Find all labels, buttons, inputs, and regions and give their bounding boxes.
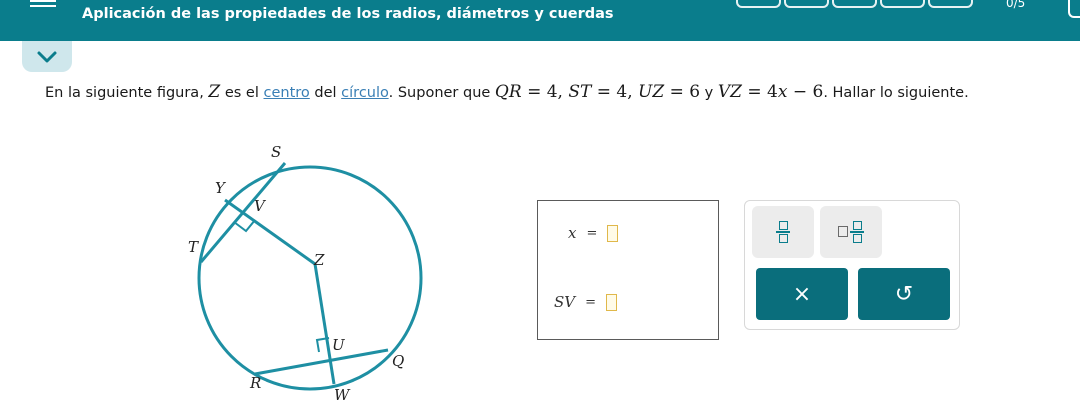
problem-text: del <box>309 85 342 101</box>
answer-row-sv: SV = <box>554 293 618 311</box>
math-var: Z <box>208 82 221 102</box>
math-value: = 4, <box>521 82 569 102</box>
circle <box>197 165 423 391</box>
equals-sign: = <box>585 294 597 310</box>
equals-sign: = <box>586 225 598 241</box>
math-var: ST <box>568 82 592 102</box>
answer-row-x: x = <box>568 224 619 242</box>
undo-button[interactable]: ↺ <box>858 268 950 320</box>
label-s: S <box>271 143 281 161</box>
circle-figure: S Y V T Z U Q R W <box>188 143 423 404</box>
menu-icon[interactable] <box>30 0 56 7</box>
mixed-number-button[interactable] <box>820 206 882 258</box>
mixed-number-icon <box>838 221 864 243</box>
label-z: Z <box>313 251 325 269</box>
label-r: R <box>249 374 261 392</box>
progress-segment <box>784 0 829 8</box>
math-var: UZ <box>638 82 665 102</box>
clear-button[interactable]: × <box>756 268 848 320</box>
math-value: = 4 <box>741 82 778 102</box>
label-q: Q <box>392 352 404 370</box>
progress-count: 0/5 <box>1006 0 1026 10</box>
label-w: W <box>334 386 351 404</box>
math-var: x <box>777 82 788 102</box>
answer-sv-label: SV <box>554 293 576 311</box>
segment-zw <box>313 263 336 385</box>
problem-text: es el <box>220 85 264 101</box>
answer-x-label: x <box>568 224 577 242</box>
top-bar: Aplicación de las propiedades de los rad… <box>0 0 1080 41</box>
progress-segment <box>736 0 781 8</box>
fraction-button[interactable] <box>752 206 814 258</box>
math-value: − 6 <box>787 82 824 102</box>
glossary-link-circulo[interactable]: círculo <box>341 85 388 101</box>
progress-segment <box>928 0 973 8</box>
label-t: T <box>188 238 199 256</box>
math-value: = 6 <box>664 82 701 102</box>
glossary-link-centro[interactable]: centro <box>264 85 310 101</box>
problem-text: En la siguiente figura, <box>45 85 209 101</box>
problem-text: y <box>700 85 718 101</box>
problem-text: . Hallar lo siguiente. <box>823 85 969 101</box>
segment-yz <box>224 198 316 266</box>
label-u: U <box>332 336 346 354</box>
fraction-icon <box>776 221 790 243</box>
problem-text: . Suponer que <box>388 85 495 101</box>
page-title: Aplicación de las propiedades de los rad… <box>82 6 614 22</box>
problem-statement: En la siguiente figura, Z es el centro d… <box>45 82 969 102</box>
math-var: QR <box>494 82 522 102</box>
progress-segment <box>832 0 877 8</box>
header-corner-mark <box>1068 0 1080 18</box>
collapse-button[interactable] <box>22 41 72 72</box>
chevron-down-icon <box>37 51 57 62</box>
x-input[interactable] <box>607 224 619 242</box>
label-y: Y <box>215 179 227 197</box>
sv-input[interactable] <box>606 293 618 311</box>
answer-box: x = SV = <box>537 200 719 340</box>
progress-segment <box>880 0 925 8</box>
progress-indicator <box>736 0 973 8</box>
math-var: VZ <box>717 82 742 102</box>
math-value: = 4, <box>591 82 639 102</box>
label-v: V <box>254 197 267 215</box>
chord-rq <box>254 348 389 376</box>
